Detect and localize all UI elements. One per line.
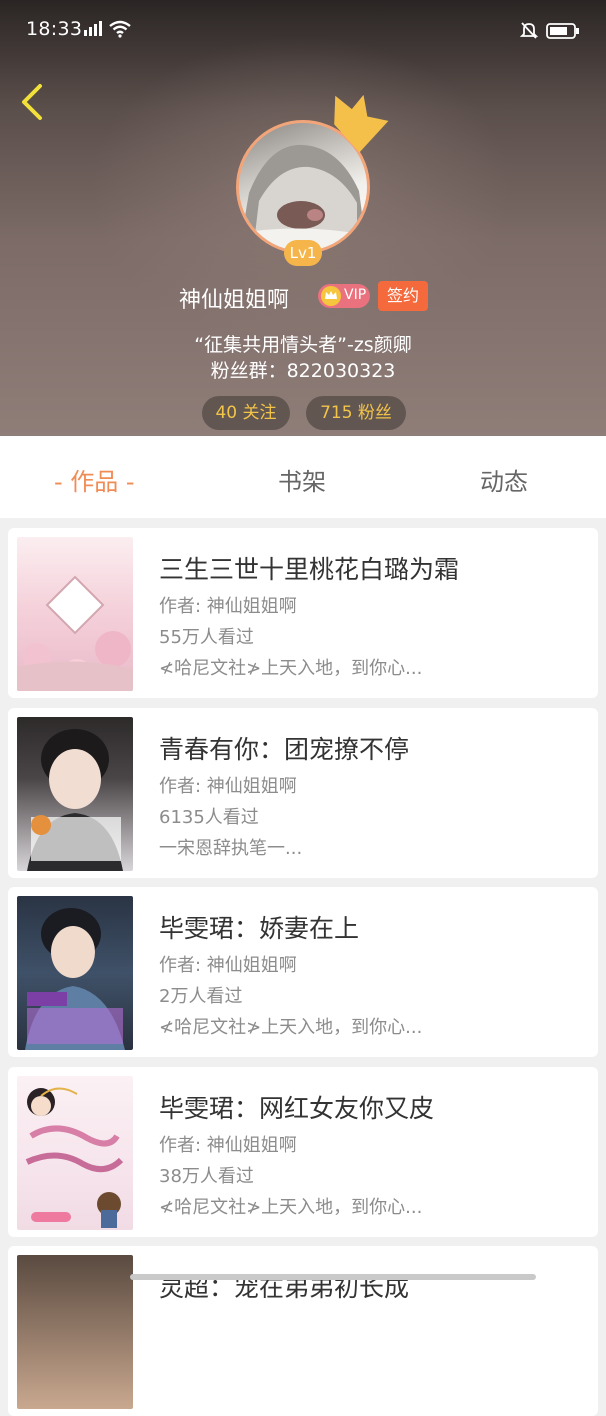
profile-tabs: - 作品 - 书架 动态 — [0, 436, 606, 518]
book-card[interactable]: 青春有你：团宠撩不停 作者: 神仙姐姐啊 6135人看过 一宋恩辞执笔一... — [8, 708, 598, 878]
tab-activity[interactable]: 动态 — [480, 462, 528, 497]
following-button[interactable]: 40 关注 — [202, 396, 290, 430]
book-author: 作者: 神仙姐姐啊 — [159, 776, 297, 797]
book-description: 一宋恩辞执笔一... — [159, 838, 303, 859]
battery-icon — [546, 23, 579, 39]
book-description: ≮哈尼文社≯上天入地，到你心... — [159, 1017, 423, 1038]
vip-badge: VIP — [318, 284, 370, 308]
book-title: 青春有你：团宠撩不停 — [159, 735, 410, 764]
book-cover — [17, 1255, 133, 1409]
book-views: 2万人看过 — [159, 986, 243, 1007]
back-arrow-icon[interactable] — [18, 82, 48, 122]
level-badge: Lv1 — [284, 240, 322, 266]
signal-icon — [84, 21, 102, 36]
signed-badge: 签约 — [378, 281, 428, 311]
book-views: 6135人看过 — [159, 807, 259, 828]
mute-bell-icon — [519, 22, 539, 39]
book-views: 55万人看过 — [159, 627, 254, 648]
profile-motto: “征集共用情头者”-zs颜卿 — [194, 334, 412, 356]
name-row: 神仙姐姐啊 VIP 签约 — [0, 280, 606, 314]
vip-label: VIP — [344, 287, 367, 303]
status-bar: 18:33 — [0, 0, 606, 62]
tab-works[interactable]: - 作品 - — [54, 462, 135, 497]
book-description: ≮哈尼文社≯上天入地，到你心... — [159, 658, 423, 679]
book-cover — [17, 537, 133, 691]
scrollbar[interactable] — [130, 1274, 536, 1280]
tab-bookshelf[interactable]: 书架 — [278, 462, 326, 497]
book-description: ≮哈尼文社≯上天入地，到你心... — [159, 1197, 423, 1218]
crown-icon — [334, 94, 389, 153]
book-cover — [17, 1076, 133, 1230]
book-author: 作者: 神仙姐姐啊 — [159, 955, 297, 976]
book-cover — [17, 896, 133, 1050]
book-author: 作者: 神仙姐姐啊 — [159, 596, 297, 617]
status-time: 18:33 — [26, 18, 83, 40]
book-author: 作者: 神仙姐姐啊 — [159, 1135, 297, 1156]
book-title: 三生三世十里桃花白璐为霜 — [159, 555, 460, 584]
username: 神仙姐姐啊 — [179, 288, 290, 313]
book-card[interactable]: 毕雯珺：网红女友你又皮 作者: 神仙姐姐啊 38万人看过 ≮哈尼文社≯上天入地，… — [8, 1067, 598, 1237]
vip-crown-icon — [321, 286, 341, 306]
book-card[interactable]: 灵超：宠在弟弟初长成 — [8, 1246, 598, 1416]
profile-header: 18:33 Lv1 神仙姐姐啊 VIP 签约 “征集共用情头者”-zs颜卿 粉丝… — [0, 0, 606, 436]
fan-group: 粉丝群：822030323 — [210, 360, 396, 382]
book-card[interactable]: 三生三世十里桃花白璐为霜 作者: 神仙姐姐啊 55万人看过 ≮哈尼文社≯上天入地… — [8, 528, 598, 698]
book-title: 毕雯珺：网红女友你又皮 — [159, 1094, 435, 1123]
wifi-icon — [109, 20, 131, 38]
book-title: 毕雯珺：娇妻在上 — [159, 914, 360, 943]
followers-button[interactable]: 715 粉丝 — [306, 396, 406, 430]
book-card[interactable]: 毕雯珺：娇妻在上 作者: 神仙姐姐啊 2万人看过 ≮哈尼文社≯上天入地，到你心.… — [8, 887, 598, 1057]
book-cover — [17, 717, 133, 871]
book-views: 38万人看过 — [159, 1166, 254, 1187]
